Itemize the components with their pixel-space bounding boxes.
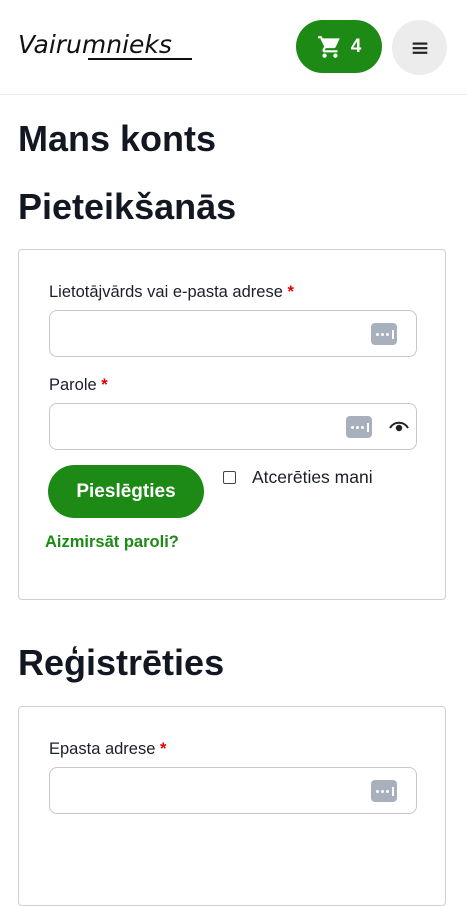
email-label-text: Epasta adrese: [49, 740, 156, 758]
register-form: Epasta adrese *: [18, 706, 446, 906]
login-form: Lietotājvārds vai e-pasta adrese * Parol…: [18, 249, 446, 600]
password-manager-icon[interactable]: [346, 416, 372, 438]
password-manager-icon[interactable]: [371, 780, 397, 802]
required-mark: *: [101, 376, 108, 394]
cart-icon: [317, 35, 340, 58]
menu-button[interactable]: [392, 20, 447, 75]
site-header: Vairumnieks 4: [0, 0, 467, 95]
username-label: Lietotājvārds vai e-pasta adrese *: [49, 283, 294, 302]
remember-checkbox[interactable]: [223, 471, 236, 484]
show-password-icon[interactable]: [389, 420, 409, 434]
page-title: Mans konts: [18, 118, 217, 159]
register-heading: Reģistrēties: [18, 642, 225, 683]
username-input[interactable]: [49, 310, 417, 357]
remember-me[interactable]: Atcerēties mani: [223, 467, 373, 488]
login-heading: Pieteikšanās: [18, 186, 237, 227]
forgot-password-link[interactable]: Aizmirsāt paroli?: [45, 533, 179, 552]
username-label-text: Lietotājvārds vai e-pasta adrese: [49, 283, 283, 301]
password-label: Parole *: [49, 376, 108, 395]
password-input[interactable]: [49, 403, 417, 450]
email-label: Epasta adrese *: [49, 740, 166, 759]
email-input[interactable]: [49, 767, 417, 814]
remember-label: Atcerēties mani: [252, 467, 373, 487]
hamburger-icon: [412, 42, 427, 54]
site-logo[interactable]: Vairumnieks: [18, 28, 194, 64]
login-button[interactable]: Pieslēgties: [48, 465, 204, 518]
cart-count: 4: [350, 35, 362, 57]
required-mark: *: [287, 283, 294, 301]
password-manager-icon[interactable]: [371, 323, 397, 345]
cart-button[interactable]: 4: [296, 20, 382, 73]
password-label-text: Parole: [49, 376, 97, 394]
logo-text: Vairumnieks: [18, 30, 172, 59]
required-mark: *: [160, 740, 167, 758]
